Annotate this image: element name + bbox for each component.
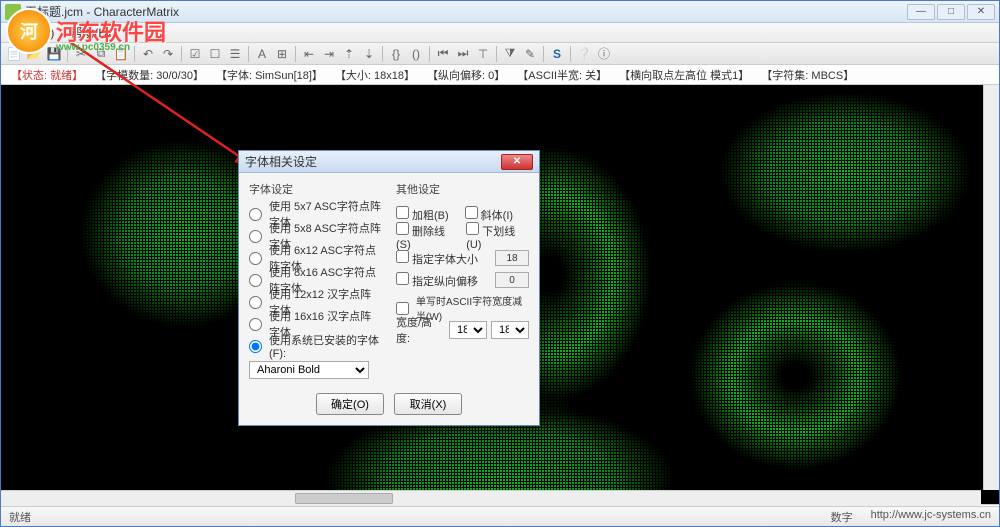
watermark-logo-icon: 河 [6,8,52,54]
info-chars: 【字模数量: 30/0/30】 [91,66,208,84]
scrollbar-vertical[interactable] [983,85,999,490]
tool-pencil-icon[interactable]: ✎ [521,45,539,63]
info-hmode: 【横向取点左高位 模式1】 [615,66,753,84]
cancel-button[interactable]: 取消(X) [394,393,462,415]
maximize-button[interactable]: □ [937,4,965,20]
tool-tee-icon[interactable]: ⊤ [474,45,492,63]
check-italic[interactable]: 斜体(I) [465,206,513,223]
tool-filter-icon[interactable]: ⧩ [501,45,519,63]
font-group-label: 字体设定 [249,181,382,197]
tool-grid-icon[interactable]: ⊞ [273,45,291,63]
info-voffset: 【纵向偏移: 0】 [423,66,509,84]
spec-size-spinner[interactable]: 18 [495,250,529,266]
check-bold[interactable]: 加粗(B) [396,206,449,223]
tool-s-icon[interactable]: S [548,45,566,63]
scrollbar-horizontal[interactable] [1,490,981,506]
width-select[interactable]: 18 [449,321,487,339]
info-state: 【状态: 就绪】 [7,66,87,84]
tool-check-icon[interactable]: ☑ [186,45,204,63]
check-spec-voffset[interactable]: 指定纵向偏移 [396,272,478,289]
radio-system-font[interactable]: 使用系统已安装的字体(F): [249,335,382,357]
tool-skip-end-icon[interactable]: ⏭ [454,45,472,63]
close-button[interactable]: ✕ [967,4,995,20]
check-underline[interactable]: 下划线(U) [466,222,529,251]
info-size: 【大小: 18x18】 [331,66,419,84]
tool-font-icon[interactable]: A [253,45,271,63]
status-url: http://www.jc-systems.cn [871,509,991,525]
tool-uncheck-icon[interactable]: ☐ [206,45,224,63]
tool-about-icon[interactable]: ⓘ [595,45,613,63]
info-font: 【字体: SimSun[18]】 [212,66,327,84]
ok-button[interactable]: 确定(O) [316,393,384,415]
tool-brace-icon[interactable]: {} [387,45,405,63]
tool-arrow-left-icon[interactable]: ⇤ [300,45,318,63]
status-ready: 就绪 [9,509,31,525]
font-settings-dialog: 字体相关设定 ✕ 字体设定 使用 5x7 ASC字符点阵字体 使用 5x8 AS… [238,150,540,426]
status-digit: 数字 [831,509,853,525]
spec-voffset-spinner[interactable]: 0 [495,272,529,288]
tool-paren-icon[interactable]: () [407,45,425,63]
tool-help-icon[interactable]: ❔ [575,45,593,63]
statusbar: 就绪 数字 http://www.jc-systems.cn [1,506,999,526]
dialog-close-button[interactable]: ✕ [501,154,533,170]
infobar: 【状态: 就绪】 【字模数量: 30/0/30】 【字体: SimSun[18]… [1,65,999,85]
watermark: 河 河东软件园 www.pc0359.cn [6,8,166,54]
watermark-url: www.pc0359.cn [56,42,130,53]
tool-arrow-right-icon[interactable]: ⇥ [320,45,338,63]
check-strike[interactable]: 删除线(S) [396,222,458,251]
info-ascii: 【ASCII半宽: 关】 [513,66,611,84]
tool-arrow-up-icon[interactable]: ⇡ [340,45,358,63]
minimize-button[interactable]: — [907,4,935,20]
height-select[interactable]: 18 [491,321,529,339]
tool-skip-start-icon[interactable]: ⏮ [434,45,452,63]
info-charset: 【字符集: MBCS】 [757,66,858,84]
dialog-title: 字体相关设定 [245,153,501,170]
other-group-label: 其他设定 [396,181,529,197]
wh-label: 宽度/高度: [396,314,445,346]
dialog-titlebar[interactable]: 字体相关设定 ✕ [239,151,539,173]
tool-list-icon[interactable]: ☰ [226,45,244,63]
font-family-select[interactable]: Aharoni Bold [249,361,369,379]
check-spec-size[interactable]: 指定字体大小 [396,250,478,267]
tool-arrow-down-icon[interactable]: ⇣ [360,45,378,63]
